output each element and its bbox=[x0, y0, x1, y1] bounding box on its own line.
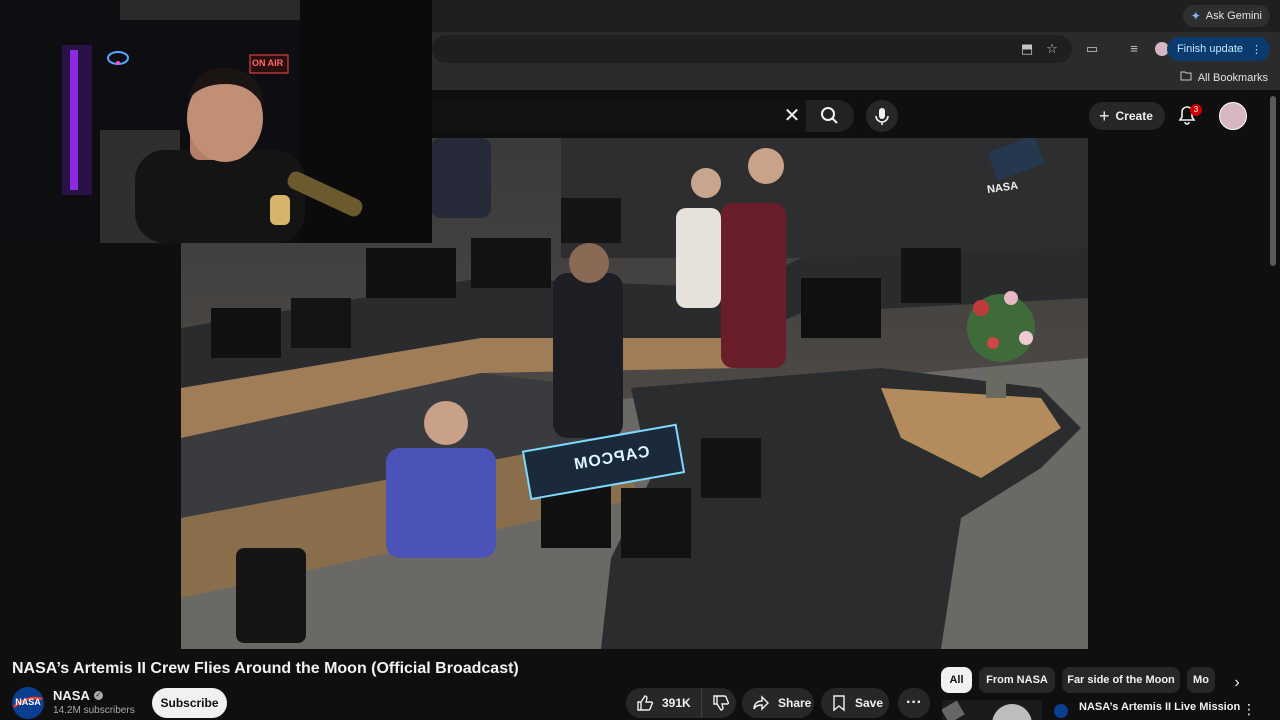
all-bookmarks-button[interactable]: All Bookmarks bbox=[1180, 71, 1268, 84]
create-button[interactable]: + Create bbox=[1089, 102, 1165, 130]
recommendation-channel-avatar[interactable] bbox=[1054, 704, 1068, 718]
address-bar[interactable] bbox=[432, 35, 1072, 63]
ask-gemini-label: Ask Gemini bbox=[1205, 10, 1262, 22]
thumb-up-icon bbox=[637, 695, 654, 711]
dislike-button[interactable] bbox=[702, 688, 740, 718]
page-scrollbar[interactable] bbox=[1270, 96, 1276, 266]
more-actions-button[interactable]: ··· bbox=[898, 688, 930, 718]
create-label: Create bbox=[1115, 109, 1153, 123]
all-bookmarks-label: All Bookmarks bbox=[1197, 71, 1268, 84]
chip-all[interactable]: All bbox=[941, 667, 972, 693]
video-title: NASA’s Artemis II Crew Flies Around the … bbox=[12, 660, 519, 677]
chevron-right-icon[interactable]: › bbox=[1228, 672, 1246, 694]
bookmark-star-icon[interactable]: ☆ bbox=[1044, 41, 1060, 57]
like-button[interactable]: 391K bbox=[626, 688, 702, 718]
channel-avatar-text: NASA bbox=[15, 697, 41, 707]
webcam-overlay: ON AIR bbox=[0, 0, 432, 243]
subscribe-button[interactable]: Subscribe bbox=[152, 688, 227, 718]
account-avatar[interactable] bbox=[1219, 102, 1247, 130]
clear-search-icon[interactable]: ✕ bbox=[782, 100, 802, 132]
save-icon bbox=[833, 695, 845, 712]
recommendation-thumbnail[interactable] bbox=[942, 700, 1042, 720]
side-panel-icon[interactable]: ▭ bbox=[1084, 41, 1100, 57]
like-count: 391K bbox=[662, 696, 691, 710]
more-icon: ⋮ bbox=[1251, 43, 1262, 56]
save-label: Save bbox=[855, 696, 884, 710]
subscriber-count: 14.2M subscribers bbox=[53, 705, 135, 716]
share-label: Share bbox=[778, 696, 812, 710]
search-icon bbox=[821, 107, 838, 124]
thumb-down-icon bbox=[712, 695, 729, 711]
channel-name[interactable]: NASA ✓ bbox=[53, 688, 103, 703]
mic-icon bbox=[875, 108, 889, 125]
save-button[interactable]: Save bbox=[821, 688, 889, 718]
install-app-icon[interactable]: ⬒ bbox=[1019, 41, 1035, 57]
more-icon: ··· bbox=[906, 694, 922, 711]
recommendation-title[interactable]: NASA’s Artemis II Live Mission bbox=[1079, 701, 1240, 713]
plus-icon: + bbox=[1099, 105, 1110, 126]
chip-far-side-of-the-moon[interactable]: Far side of the Moon bbox=[1062, 667, 1180, 693]
like-dislike-group: 391K bbox=[626, 688, 736, 718]
chip-from-nasa[interactable]: From NASA bbox=[979, 667, 1055, 693]
share-icon bbox=[753, 695, 769, 711]
webcam-scene bbox=[0, 0, 432, 243]
notification-badge: 3 bbox=[1190, 104, 1202, 116]
recommendation-menu-icon[interactable]: ⋮ bbox=[1242, 700, 1256, 718]
finish-update-button[interactable]: Finish update ⋮ bbox=[1166, 37, 1270, 61]
verified-icon: ✓ bbox=[93, 691, 103, 700]
folder-icon bbox=[1180, 71, 1192, 84]
on-air-sign: ON AIR bbox=[252, 58, 284, 68]
search-input[interactable] bbox=[432, 100, 808, 132]
finish-update-label: Finish update bbox=[1176, 43, 1243, 55]
reading-list-icon[interactable]: ≡ bbox=[1126, 41, 1142, 57]
gemini-spark-icon: ✦ bbox=[1190, 9, 1201, 23]
chip-more[interactable]: Mo bbox=[1187, 667, 1215, 693]
voice-search-button[interactable] bbox=[866, 100, 898, 132]
search-button[interactable] bbox=[806, 100, 854, 132]
share-button[interactable]: Share bbox=[742, 688, 814, 718]
channel-avatar[interactable]: NASA bbox=[12, 687, 44, 719]
ask-gemini-button[interactable]: ✦ Ask Gemini bbox=[1182, 5, 1270, 27]
channel-name-label: NASA bbox=[53, 688, 90, 703]
